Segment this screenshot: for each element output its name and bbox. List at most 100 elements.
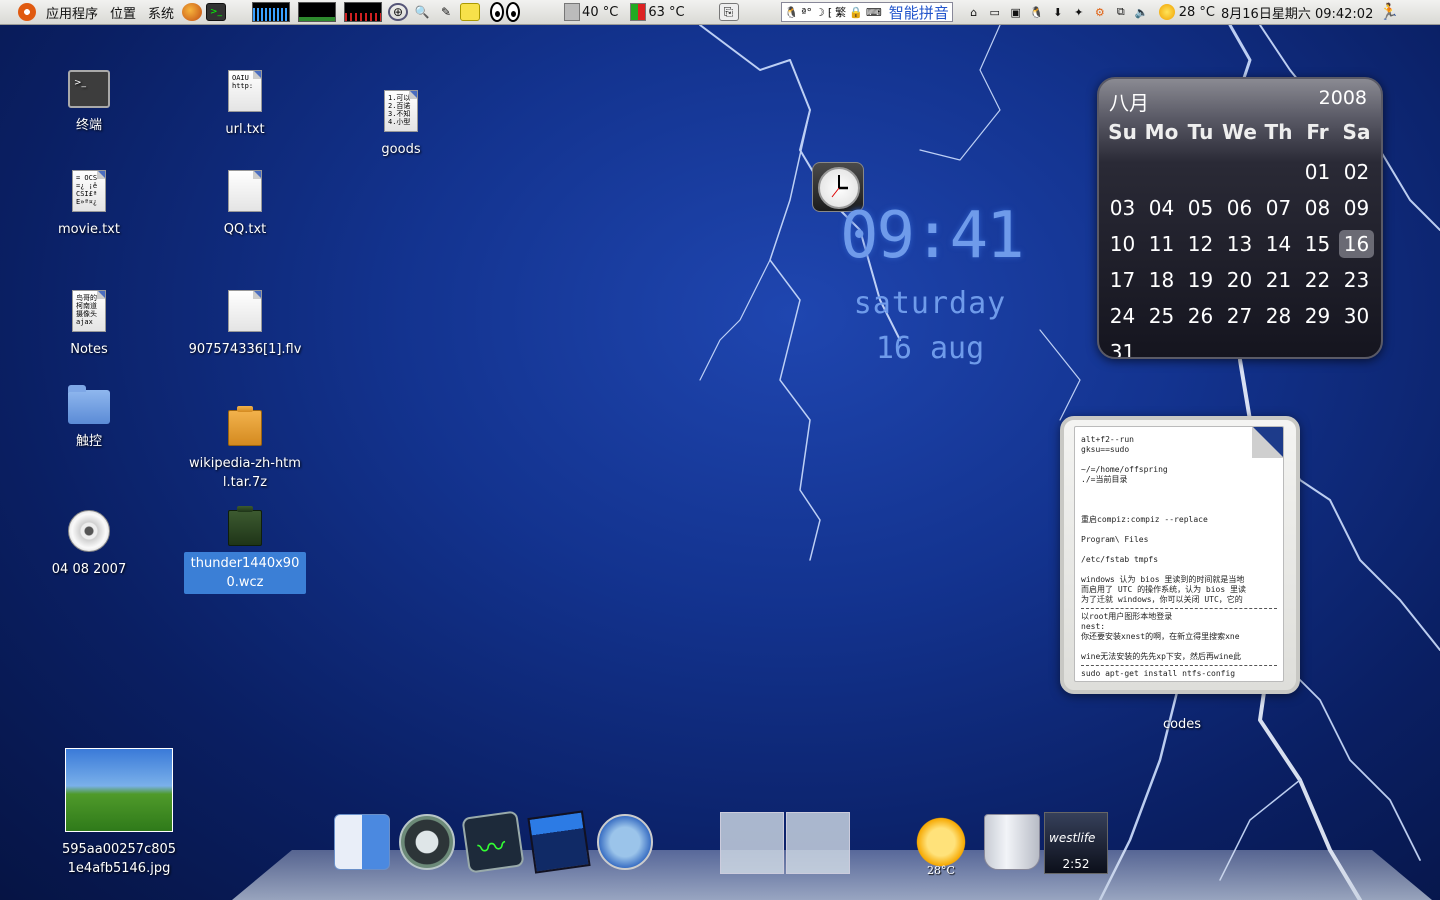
calendar-day[interactable]: 07 xyxy=(1259,190,1298,226)
download-icon[interactable]: ⬇ xyxy=(1049,3,1067,21)
note-paper[interactable]: alt+f2--run gksu==sudo ~/=/home/offspring.… xyxy=(1074,426,1284,682)
desktop-icon-folder-touch[interactable]: 触控 xyxy=(27,385,151,453)
calendar-day[interactable]: 25 xyxy=(1142,298,1181,334)
digital-clock-widget[interactable]: 09:41 saturday 16 aug xyxy=(840,196,1025,366)
calendar-day[interactable]: 21 xyxy=(1259,262,1298,298)
calendar-day[interactable]: 11 xyxy=(1142,226,1181,262)
calendar-day[interactable]: 04 xyxy=(1142,190,1181,226)
desktop-icon-terminal[interactable]: >_ 终端 xyxy=(27,70,151,137)
calendar-day[interactable]: 28 xyxy=(1259,298,1298,334)
firefox-launcher-icon[interactable] xyxy=(182,3,203,21)
lock-icon[interactable]: 🔒 xyxy=(849,6,863,19)
finder-icon[interactable] xyxy=(334,814,390,870)
calendar-day[interactable]: 02 xyxy=(1337,154,1376,190)
fullwidth-icon[interactable]: ⁅ xyxy=(828,6,832,19)
workspace-thumbnail-2[interactable] xyxy=(786,812,850,874)
volume-icon[interactable]: 🔈 xyxy=(1133,3,1151,21)
keyboard-icon[interactable]: ⌨ xyxy=(866,6,882,19)
dictionary-icon[interactable]: ✎ xyxy=(436,3,456,21)
desktop-icon-wikipedia-archive[interactable]: wikipedia-zh-html.tar.7z xyxy=(183,406,307,494)
calendar-day[interactable]: 06 xyxy=(1220,190,1259,226)
input-method-bar[interactable]: 🐧 ª° ☽ ⁅ 繁 🔒 ⌨ 智能拼音 xyxy=(780,2,953,22)
calendar-day[interactable]: 30 xyxy=(1337,298,1376,334)
weather-sun-icon[interactable] xyxy=(913,814,969,870)
update-icon[interactable]: ✦ xyxy=(1070,3,1088,21)
calendar-day[interactable]: 15 xyxy=(1298,226,1337,262)
xeyes-applet[interactable] xyxy=(490,2,521,22)
calendar-day-today[interactable]: 16 xyxy=(1339,230,1374,258)
trash-icon[interactable] xyxy=(984,814,1040,870)
calendar-day[interactable]: 22 xyxy=(1298,262,1337,298)
desktop-icon-jpg[interactable]: 595aa00257c8051e4afb5146.jpg xyxy=(57,748,181,880)
disk-icon[interactable]: ▣ xyxy=(1007,3,1025,21)
calendar-day[interactable]: 31 xyxy=(1103,334,1142,357)
gpu-temp-sensor[interactable]: 63 °C xyxy=(630,3,685,21)
desktop-icon-goods[interactable]: 1.可以 2.百诺 3.不知 4.小型 goods xyxy=(339,90,463,161)
memory-monitor-graph[interactable] xyxy=(298,2,337,22)
calendar-day[interactable]: 18 xyxy=(1142,262,1181,298)
desktop-icon-notes[interactable]: 鸟哥的 柯南道 摄像头 ajax Notes xyxy=(27,290,151,361)
runner-icon[interactable]: 🏃 xyxy=(1379,2,1399,22)
calendar-day[interactable]: 24 xyxy=(1103,298,1142,334)
show-desktop-icon[interactable]: ⎘ xyxy=(718,3,739,21)
network-icon[interactable]: ⌂ xyxy=(965,3,983,21)
note-divider xyxy=(1081,608,1277,609)
calendar-day[interactable]: 17 xyxy=(1103,262,1142,298)
calendar-day[interactable]: 09 xyxy=(1337,190,1376,226)
calendar-day[interactable]: 26 xyxy=(1181,298,1220,334)
workspace-thumbnail-1[interactable] xyxy=(720,812,784,874)
penguin-icon[interactable]: 🐧 xyxy=(785,6,799,19)
calendar-day[interactable]: 20 xyxy=(1220,262,1259,298)
calendar-day[interactable]: 01 xyxy=(1298,154,1337,190)
calendar-widget[interactable]: 八月 2008 Su Mo Tu We Th Fr Sa 01 02 03 04 05 06 07 08 0… xyxy=(1097,77,1383,359)
calendar-day[interactable]: 03 xyxy=(1103,190,1142,226)
calendar-day[interactable]: 05 xyxy=(1181,190,1220,226)
album-cover-icon[interactable]: westlife 2:52 xyxy=(1044,812,1108,874)
desktop-icon-url-txt[interactable]: OAIU http: url.txt xyxy=(183,70,307,141)
video-clapper-icon[interactable] xyxy=(527,810,591,874)
notes-icon[interactable] xyxy=(460,3,481,21)
desktop-icon-flv[interactable]: 907574336[1].flv xyxy=(183,290,307,361)
network-globe-icon[interactable]: ⊕ xyxy=(388,3,409,21)
desktop-icon-qq-txt[interactable]: QQ.txt xyxy=(183,170,307,241)
calendar-day[interactable]: 08 xyxy=(1298,190,1337,226)
calendar-day[interactable]: 14 xyxy=(1259,226,1298,262)
weather-temp[interactable]: 28 °C xyxy=(1179,5,1215,20)
traditional-icon[interactable]: 繁 xyxy=(835,4,846,20)
gear-icon[interactable]: ⚙ xyxy=(1091,3,1109,21)
ime-punct-icon[interactable]: ª° xyxy=(801,6,812,19)
desktop-icon-cdrom[interactable]: 04 08 2007 xyxy=(27,510,151,581)
display-icon[interactable]: ▭ xyxy=(986,3,1004,21)
cpu-monitor-graph[interactable] xyxy=(252,2,291,22)
sticky-note-widget[interactable]: alt+f2--run gksu==sudo ~/=/home/offspring.… xyxy=(1060,416,1300,694)
time-machine-icon[interactable] xyxy=(399,814,455,870)
calendar-day[interactable]: 12 xyxy=(1181,226,1220,262)
qq-icon[interactable]: 🐧 xyxy=(1028,3,1046,21)
calendar-blank xyxy=(1259,154,1298,190)
calendar-day[interactable]: 13 xyxy=(1220,226,1259,262)
desktop-icon-movie-txt[interactable]: = OCS =¿ ¡ê CSI£ª E»ª¤¿ movie.txt xyxy=(27,170,151,241)
calendar-day[interactable]: 10 xyxy=(1103,226,1142,262)
compass-browser-icon[interactable] xyxy=(597,814,653,870)
calendar-day[interactable]: 19 xyxy=(1181,262,1220,298)
activity-monitor-icon[interactable] xyxy=(461,810,525,874)
dock-weather-temp: 28°C xyxy=(927,864,955,877)
calendar-day[interactable]: 29 xyxy=(1298,298,1337,334)
calendar-day[interactable]: 23 xyxy=(1337,262,1376,298)
screens-icon[interactable]: ⧉ xyxy=(1112,3,1130,21)
menu-applications[interactable]: 应用程序 xyxy=(40,3,104,22)
calendar-days: 01 02 03 04 05 06 07 08 09 10 11 12 13 14 15 16 17 18 19 20… xyxy=(1099,154,1381,357)
moon-icon[interactable]: ☽ xyxy=(815,6,825,19)
weather-sun-icon[interactable] xyxy=(1158,4,1175,20)
calendar-day[interactable]: 27 xyxy=(1220,298,1259,334)
cpu-temp-sensor[interactable]: 40 °C xyxy=(564,3,618,21)
desktop-icon-thunder-wcz[interactable]: thunder1440x900.wcz xyxy=(183,506,307,594)
network-monitor-graph[interactable] xyxy=(344,2,383,22)
menu-places[interactable]: 位置 xyxy=(104,3,142,22)
terminal-launcher-icon[interactable]: >_ xyxy=(206,3,227,21)
menu-system[interactable]: 系统 xyxy=(142,3,180,22)
note-line: 而启用了 UTC 的操作系统，认为 bios 里读 xyxy=(1081,585,1246,594)
panel-clock[interactable]: 8月16日星期六 09:42:02 xyxy=(1221,3,1373,22)
ubuntu-logo-icon[interactable] xyxy=(18,3,36,21)
search-tool-icon[interactable]: 🔍 xyxy=(412,3,432,21)
